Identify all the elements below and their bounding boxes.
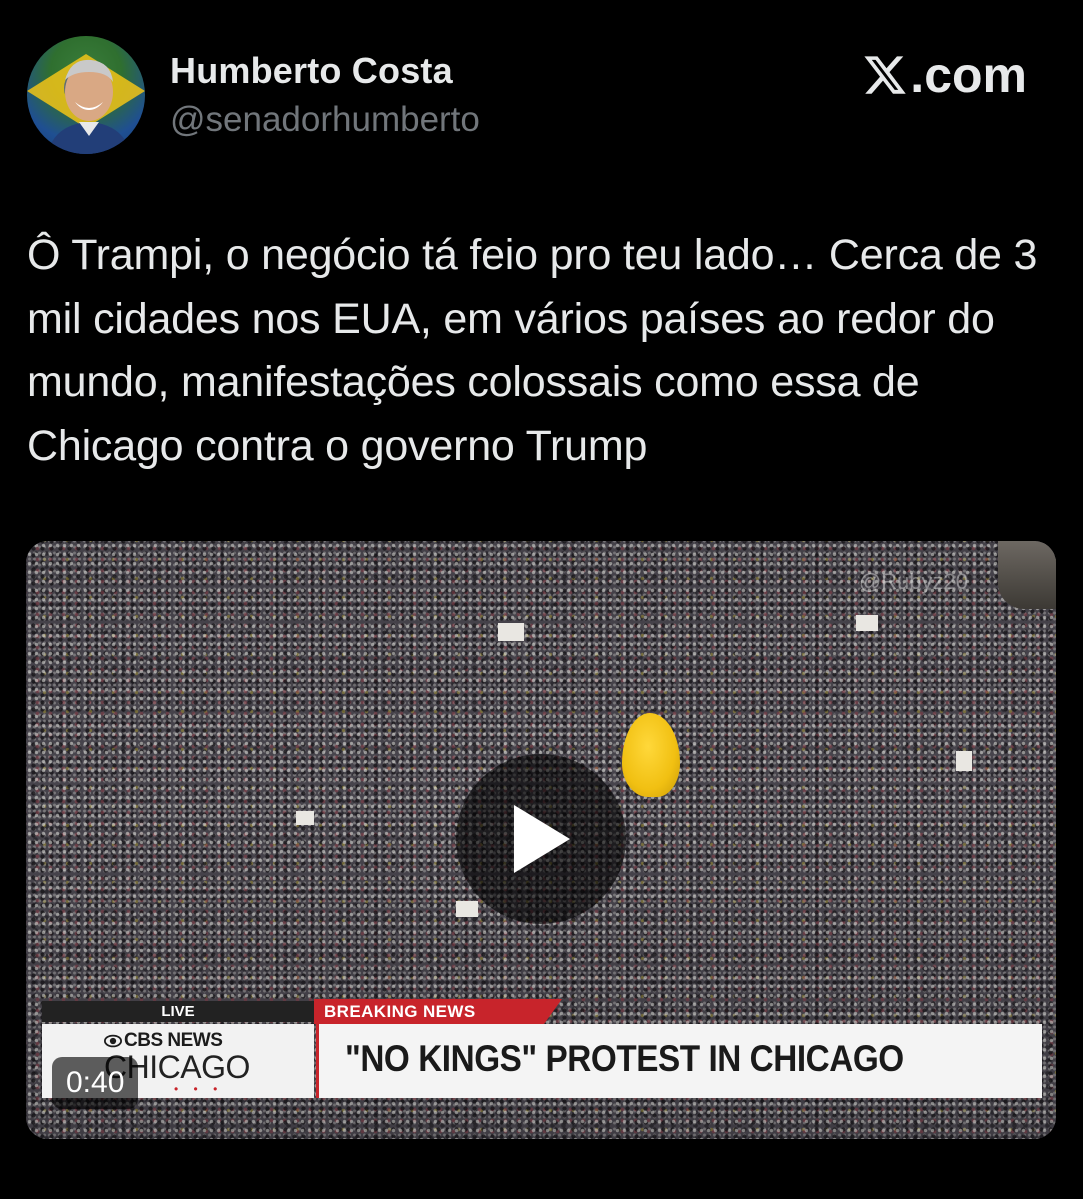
protest-sign	[956, 751, 972, 771]
cbs-eye-icon	[104, 1034, 122, 1048]
video-watermark: @Rubyz20	[858, 569, 968, 594]
x-com-brand: .com	[862, 46, 1027, 104]
video-player[interactable]: @Rubyz20 LIVE BREAKING NEWS CBS NEWS CHI…	[26, 541, 1056, 1139]
network-dots: • • •	[174, 1082, 224, 1096]
brand-suffix: .com	[910, 47, 1027, 103]
protest-sign	[498, 623, 524, 641]
breaking-news-label: BREAKING NEWS	[314, 999, 562, 1024]
protest-sign	[296, 811, 314, 825]
protest-sign	[456, 901, 478, 917]
avatar[interactable]	[27, 36, 145, 154]
author-handle[interactable]: @senadorhumberto	[170, 100, 480, 140]
chyron-headline: "NO KINGS" PROTEST IN CHICAGO	[345, 1038, 904, 1079]
author-display-name[interactable]: Humberto Costa	[170, 50, 453, 92]
video-duration-badge: 0:40	[52, 1057, 139, 1109]
x-logo-icon	[864, 56, 907, 94]
play-icon	[514, 805, 570, 873]
corner-thumbnail	[998, 541, 1056, 609]
tweet-text: Ô Trampi, o negócio tá feio pro teu lado…	[27, 231, 1038, 470]
live-label: LIVE	[42, 1001, 314, 1022]
protest-sign	[856, 615, 878, 631]
news-chyron: LIVE BREAKING NEWS CBS NEWS CHICAGO • • …	[42, 999, 1042, 1101]
avatar-photo	[27, 54, 145, 154]
headline-box: "NO KINGS" PROTEST IN CHICAGO	[316, 1024, 1042, 1098]
play-button[interactable]	[456, 754, 626, 924]
